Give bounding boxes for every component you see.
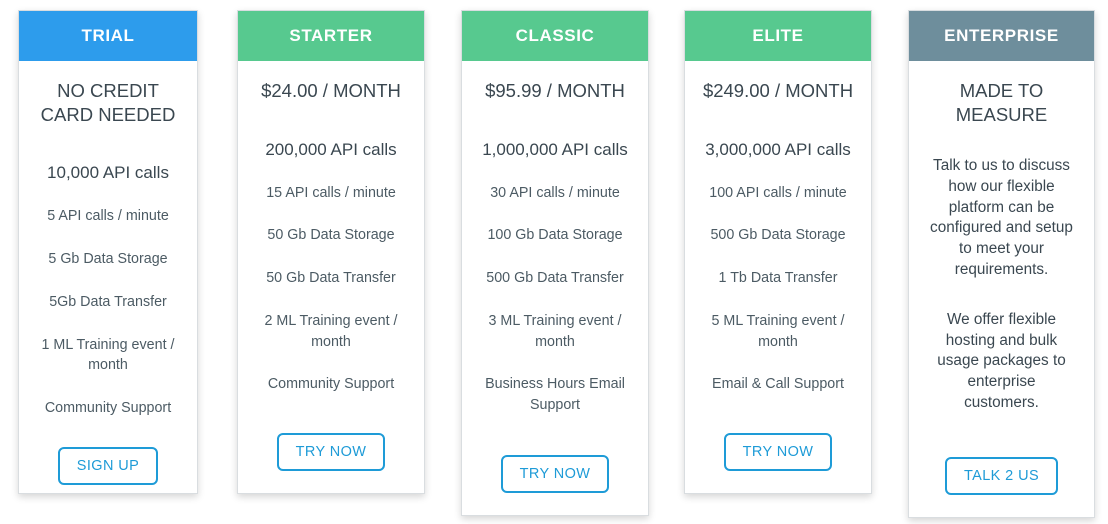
- plan-header-enterprise: ENTERPRISE: [909, 11, 1094, 61]
- feature-item: 5 Gb Data Storage: [48, 251, 168, 268]
- feature-item: 50 Gb Data Storage: [267, 227, 395, 244]
- feature-item: 5 ML Training event / month: [711, 312, 845, 350]
- cta-wrap-classic: TRY NOW: [470, 427, 640, 515]
- plan-header-classic: CLASSIC: [462, 11, 648, 61]
- cta-wrap-starter: TRY NOW: [246, 405, 416, 493]
- feature-item: 100 API calls / minute: [709, 184, 847, 201]
- plan-body-starter: $24.00 / MONTH 200,000 API calls 15 API …: [238, 61, 424, 493]
- feature-item: Community Support: [267, 376, 395, 393]
- try-now-button[interactable]: TRY NOW: [276, 433, 386, 471]
- plan-header-elite: ELITE: [685, 11, 871, 61]
- cta-wrap-trial: SIGN UP: [27, 419, 189, 507]
- feature-list-classic: 30 API calls / minute 100 Gb Data Storag…: [470, 161, 640, 416]
- plan-quota-classic: 1,000,000 API calls: [482, 139, 628, 159]
- plan-card-trial[interactable]: TRIAL NO CREDIT CARD NEEDED 10,000 API c…: [18, 10, 198, 494]
- plan-quota-trial: 10,000 API calls: [47, 163, 169, 183]
- feature-list-starter: 15 API calls / minute 50 Gb Data Storage…: [246, 161, 416, 395]
- plan-price-trial: NO CREDIT CARD NEEDED: [40, 80, 176, 125]
- plan-card-classic[interactable]: CLASSIC $95.99 / MONTH 1,000,000 API cal…: [461, 10, 649, 516]
- feature-item: Business Hours Email Support: [485, 376, 625, 414]
- talk-2-us-button[interactable]: TALK 2 US: [944, 457, 1059, 495]
- plan-price-enterprise: MADE TO MEASURE: [955, 80, 1048, 125]
- plan-description-secondary: We offer flexible hosting and bulk usage…: [937, 311, 1066, 411]
- plan-body-trial: NO CREDIT CARD NEEDED 10,000 API calls 5…: [19, 61, 197, 507]
- plan-quota-starter: 200,000 API calls: [265, 139, 397, 159]
- feature-item: 3 ML Training event / month: [488, 312, 622, 350]
- plan-body-enterprise: MADE TO MEASURE Talk to us to discuss ho…: [909, 61, 1094, 517]
- plan-card-elite[interactable]: ELITE $249.00 / MONTH 3,000,000 API call…: [684, 10, 872, 494]
- feature-item: 1 ML Training event / month: [41, 336, 175, 374]
- plan-header-starter: STARTER: [238, 11, 424, 61]
- feature-item: 2 ML Training event / month: [264, 312, 398, 350]
- plan-card-starter[interactable]: STARTER $24.00 / MONTH 200,000 API calls…: [237, 10, 425, 494]
- pricing-table: TRIAL NO CREDIT CARD NEEDED 10,000 API c…: [0, 0, 1108, 524]
- feature-item: Email & Call Support: [712, 376, 844, 393]
- plan-quota-elite: 3,000,000 API calls: [705, 139, 851, 159]
- feature-item: 100 Gb Data Storage: [487, 227, 623, 244]
- feature-item: 30 API calls / minute: [490, 184, 620, 201]
- plan-body-elite: $249.00 / MONTH 3,000,000 API calls 100 …: [685, 61, 871, 493]
- plan-price-starter: $24.00 / MONTH: [261, 80, 401, 101]
- try-now-button[interactable]: TRY NOW: [500, 455, 610, 493]
- feature-list-trial: 5 API calls / minute 5 Gb Data Storage 5…: [27, 184, 189, 418]
- feature-item: Community Support: [44, 400, 172, 417]
- signup-button[interactable]: SIGN UP: [57, 446, 159, 485]
- plan-card-enterprise[interactable]: ENTERPRISE MADE TO MEASURE Talk to us to…: [908, 10, 1095, 518]
- feature-item: 1 Tb Data Transfer: [718, 270, 838, 287]
- plan-description-primary: Talk to us to discuss how our flexible p…: [930, 157, 1073, 278]
- feature-item: 500 Gb Data Transfer: [486, 270, 624, 287]
- plan-header-trial: TRIAL: [19, 11, 197, 61]
- feature-item: 15 API calls / minute: [266, 184, 396, 201]
- feature-item: 50 Gb Data Transfer: [266, 270, 396, 287]
- try-now-button[interactable]: TRY NOW: [723, 433, 833, 471]
- cta-wrap-enterprise: TALK 2 US: [917, 429, 1086, 517]
- plan-body-classic: $95.99 / MONTH 1,000,000 API calls 30 AP…: [462, 61, 648, 515]
- feature-list-elite: 100 API calls / minute 500 Gb Data Stora…: [693, 161, 863, 395]
- feature-item: 5 API calls / minute: [47, 208, 169, 225]
- plan-price-classic: $95.99 / MONTH: [485, 80, 625, 101]
- feature-item: 500 Gb Data Storage: [710, 227, 846, 244]
- feature-item: 5Gb Data Transfer: [49, 293, 167, 310]
- cta-wrap-elite: TRY NOW: [693, 405, 863, 493]
- plan-price-elite: $249.00 / MONTH: [702, 80, 854, 101]
